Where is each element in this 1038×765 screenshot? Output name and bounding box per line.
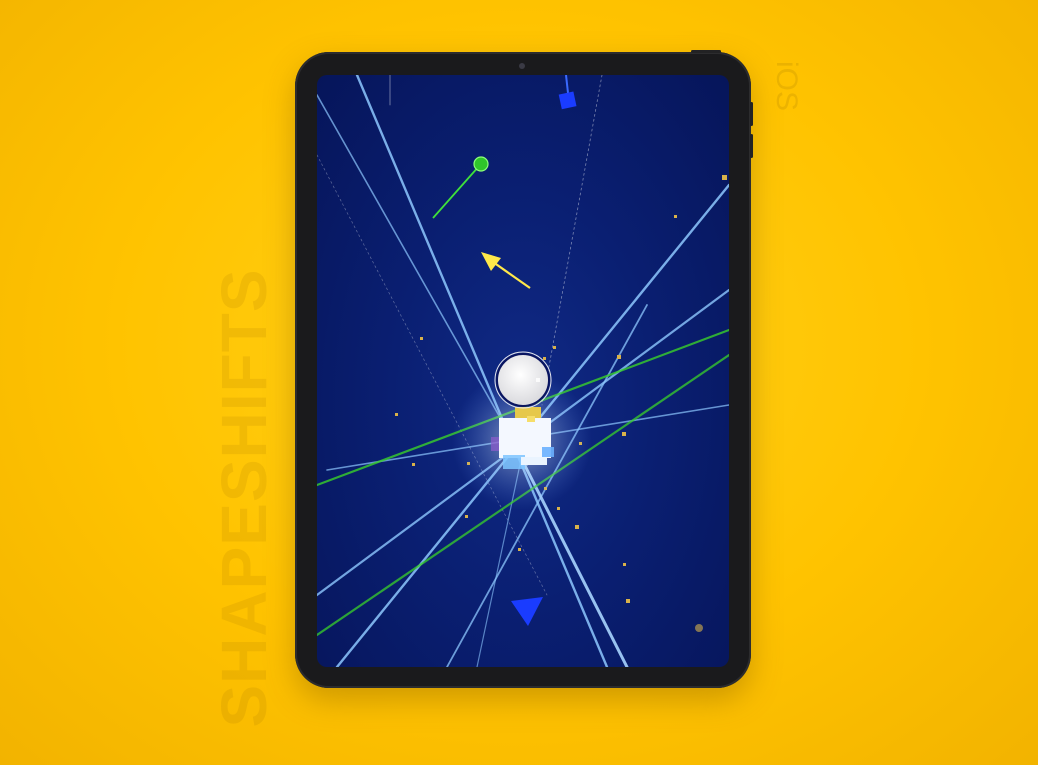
sparkle [674, 215, 677, 218]
sparkle [543, 357, 546, 360]
player-circle-icon[interactable] [494, 351, 552, 409]
sparkle [420, 337, 423, 340]
front-camera [519, 63, 525, 69]
direction-arrow-icon [481, 252, 531, 289]
tablet-volume-down-button [750, 134, 753, 158]
sparkle [617, 355, 621, 359]
sparkle [395, 413, 398, 416]
sparkle [465, 515, 468, 518]
sparkle [557, 507, 560, 510]
platform-label: iOS [770, 60, 803, 112]
beam [541, 75, 603, 406]
tablet-device [295, 50, 753, 688]
game-scene [317, 75, 729, 667]
sparkle [575, 525, 579, 529]
game-screen[interactable] [317, 75, 729, 667]
blue-square-enemy-icon [558, 75, 577, 110]
sparkle [553, 346, 556, 349]
sparkle [623, 563, 626, 566]
sparkle [722, 175, 727, 180]
sparkle [622, 432, 626, 436]
sparkle [695, 624, 703, 632]
blue-triangle-enemy-icon [511, 597, 543, 626]
game-title-watermark: SHAPESHIFTS [208, 268, 280, 728]
sparkle [626, 599, 630, 603]
tablet-power-button [691, 50, 721, 53]
sparkle [412, 463, 415, 466]
sparkle [518, 548, 521, 551]
tablet-volume-up-button [750, 102, 753, 126]
green-circle-target-icon [432, 156, 489, 219]
